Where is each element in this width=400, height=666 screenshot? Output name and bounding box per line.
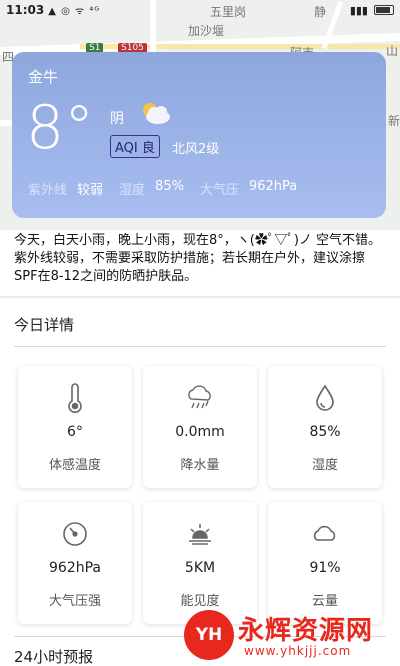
status-icons: ▲ ◎ ᯤ ⁴ᴳ <box>48 6 101 17</box>
hourly-forecast-title: 24小时预报 <box>14 648 94 666</box>
tile-value: 91% <box>309 560 341 576</box>
wind-info: 北风2级 <box>172 142 220 157</box>
battery-icon <box>374 5 394 15</box>
detail-tile-visibility[interactable]: 5KM 能见度 <box>143 502 257 624</box>
detail-tile-pressure[interactable]: 962hPa 大气压强 <box>18 502 132 624</box>
sunrise-icon <box>189 524 211 545</box>
city-name: 金牛 <box>28 68 59 86</box>
partly-cloudy-icon <box>143 103 170 124</box>
uv-label: 紫外线 <box>28 183 68 198</box>
signal-icon: ▮▮▮ <box>349 3 368 17</box>
weather-stats: 紫外线 较弱 湿度 85% 大气压 962hPa <box>28 179 313 198</box>
tile-label: 云量 <box>311 594 338 609</box>
watermark-url: www.yhkjjj.com <box>244 644 352 658</box>
tile-label: 体感温度 <box>48 458 101 473</box>
watermark-name: 永辉资源网 <box>238 616 374 646</box>
watermark: YH 永辉资源网 www.yhkjjj.com <box>184 608 394 664</box>
thermometer-icon <box>68 383 82 413</box>
title-underline <box>14 346 386 347</box>
rain-cloud-icon <box>188 385 211 409</box>
cloud-icon <box>313 525 336 541</box>
detail-tile-cloud-cover[interactable]: 91% 云量 <box>268 502 382 624</box>
weather-description: 今天，白天小雨，晚上小雨，现在8°，ヽ(✿ﾟ▽ﾟ)ノ 空气不错。紫外线较弱，不需… <box>14 233 382 284</box>
pressure-value: 962hPa <box>248 179 298 194</box>
tile-label: 大气压强 <box>48 594 101 609</box>
tile-value: 85% <box>309 424 341 440</box>
aqi-badge[interactable]: AQI 良 <box>110 135 160 158</box>
tile-label: 降水量 <box>180 458 220 473</box>
today-details-title: 今日详情 <box>14 316 75 334</box>
map-label: 山 <box>386 44 399 58</box>
humidity-value: 85% <box>155 179 184 194</box>
gauge-icon <box>63 522 87 546</box>
map-label: 新 <box>388 114 400 128</box>
detail-tile-feels-like[interactable]: 6° 体感温度 <box>18 366 132 488</box>
weather-condition: 阴 <box>110 111 124 127</box>
map-label: 加沙堰 <box>188 24 225 38</box>
tile-value: 0.0mm <box>175 424 225 440</box>
water-drop-icon <box>316 384 334 411</box>
watermark-logo: YH <box>184 610 234 660</box>
section-divider <box>0 296 400 298</box>
tile-label: 湿度 <box>311 458 338 473</box>
tile-value: 6° <box>67 424 83 440</box>
tile-label: 能见度 <box>180 594 220 609</box>
uv-value: 较弱 <box>77 183 104 198</box>
pressure-label: 大气压 <box>199 183 239 198</box>
tile-value: 5KM <box>184 560 216 576</box>
humidity-label: 湿度 <box>119 183 146 198</box>
status-bar: 11:03 ▲ ◎ ᯤ ⁴ᴳ ▮▮▮ <box>0 0 400 20</box>
weather-card[interactable]: 金牛 8° 阴 AQI 良 北风2级 紫外线 较弱 湿度 85% 大气压 962… <box>12 52 386 218</box>
tile-value: 962hPa <box>49 560 101 576</box>
detail-tile-precipitation[interactable]: 0.0mm 降水量 <box>143 366 257 488</box>
status-time: 11:03 <box>6 3 45 17</box>
current-temperature: 8° <box>26 93 95 163</box>
detail-tile-humidity[interactable]: 85% 湿度 <box>268 366 382 488</box>
